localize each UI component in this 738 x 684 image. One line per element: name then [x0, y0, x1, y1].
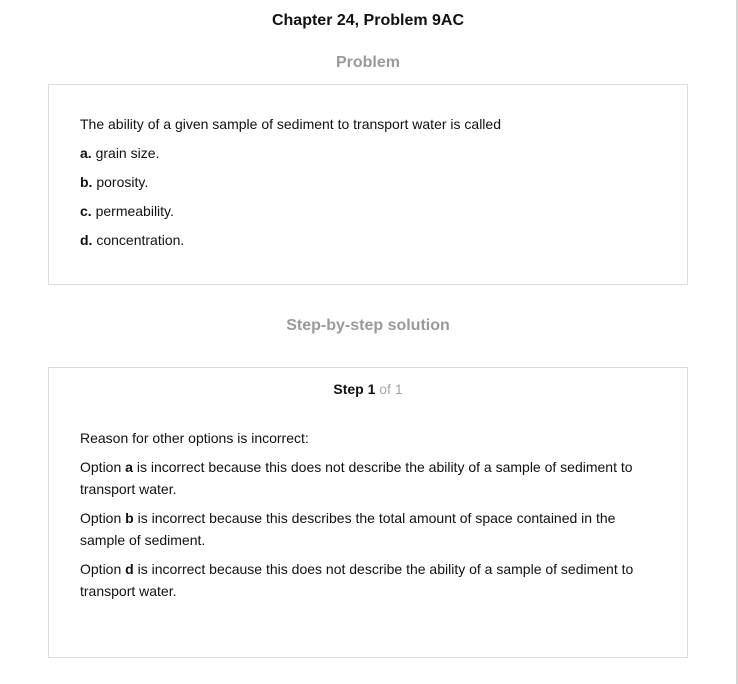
option-letter: a. [80, 145, 92, 161]
reason-text: is incorrect because this does not descr… [80, 459, 633, 497]
reason-option-d: Option d is incorrect because this does … [80, 558, 650, 602]
reason-option-a: Option a is incorrect because this does … [80, 456, 650, 500]
reason-text: is incorrect because this describes the … [80, 510, 616, 548]
reason-text: is incorrect because this does not descr… [80, 561, 634, 599]
option-letter: b. [80, 174, 93, 190]
question-text: The ability of a given sample of sedimen… [80, 116, 501, 132]
reason-letter: b [125, 510, 134, 526]
solution-intro: Reason for other options is incorrect: [80, 430, 309, 446]
solution-body: Reason for other options is incorrect: O… [80, 427, 650, 609]
option-letter: c. [80, 203, 92, 219]
step-indicator: Step 1 of 1 [49, 381, 687, 397]
problem-body: The ability of a given sample of sedimen… [80, 113, 650, 258]
problem-heading: Problem [335, 54, 400, 71]
reason-letter: a [125, 459, 133, 475]
option-b: b. porosity. [80, 171, 650, 193]
problem-card: The ability of a given sample of sedimen… [48, 84, 688, 285]
step-count: of 1 [379, 381, 403, 397]
reason-letter: d [125, 561, 134, 577]
option-text: permeability. [95, 203, 174, 219]
option-text: porosity. [96, 174, 149, 190]
reason-prefix: Option [80, 561, 122, 577]
reason-prefix: Option [80, 459, 122, 475]
option-d: d. concentration. [80, 229, 650, 251]
option-letter: d. [80, 232, 93, 248]
solution-heading: Step-by-step solution [286, 317, 450, 334]
option-text: concentration. [96, 232, 185, 248]
page-title: Chapter 24, Problem 9AC [271, 12, 465, 29]
reason-option-b: Option b is incorrect because this descr… [80, 507, 650, 551]
solution-card: Step 1 of 1 Reason for other options is … [48, 367, 688, 658]
option-c: c. permeability. [80, 200, 650, 222]
option-a: a. grain size. [80, 142, 650, 164]
reason-prefix: Option [80, 510, 122, 526]
option-text: grain size. [95, 145, 160, 161]
step-label: Step 1 [333, 381, 376, 397]
